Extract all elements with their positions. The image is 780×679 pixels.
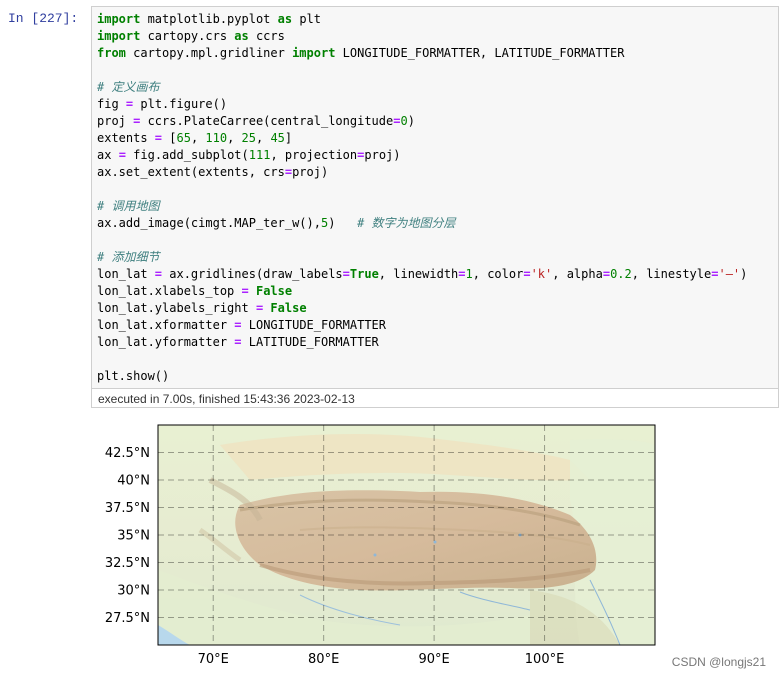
code-editor[interactable]: import matplotlib.pyplot as plt import c… [91,6,779,388]
code-text: import matplotlib.pyplot as plt import c… [97,12,748,383]
y-tick-label: 30°N [117,584,150,599]
x-tick-label: 100°E [525,652,565,667]
map-plot: 42.5°N 40°N 37.5°N 35°N 32.5°N 30°N 27.5°N 70°… [100,420,670,679]
y-tick-label: 27.5°N [105,611,150,626]
x-tick-label: 90°E [418,652,449,667]
cell-prompt: In [227]: [8,11,79,26]
x-tick-label: 80°E [308,652,339,667]
y-tick-label: 40°N [117,474,150,489]
watermark: CSDN @longjs21 [671,655,766,669]
x-tick-label: 70°E [198,652,229,667]
execution-info: executed in 7.00s, finished 15:43:36 202… [91,388,779,408]
y-tick-labels: 42.5°N 40°N 37.5°N 35°N 32.5°N 30°N 27.5°N [105,446,150,626]
y-tick-label: 42.5°N [105,446,150,461]
y-tick-label: 37.5°N [105,501,150,516]
x-tick-labels: 70°E 80°E 90°E 100°E [198,652,565,667]
y-tick-label: 35°N [117,529,150,544]
y-tick-label: 32.5°N [105,556,150,571]
map-svg: 42.5°N 40°N 37.5°N 35°N 32.5°N 30°N 27.5°N 70°… [105,424,656,667]
